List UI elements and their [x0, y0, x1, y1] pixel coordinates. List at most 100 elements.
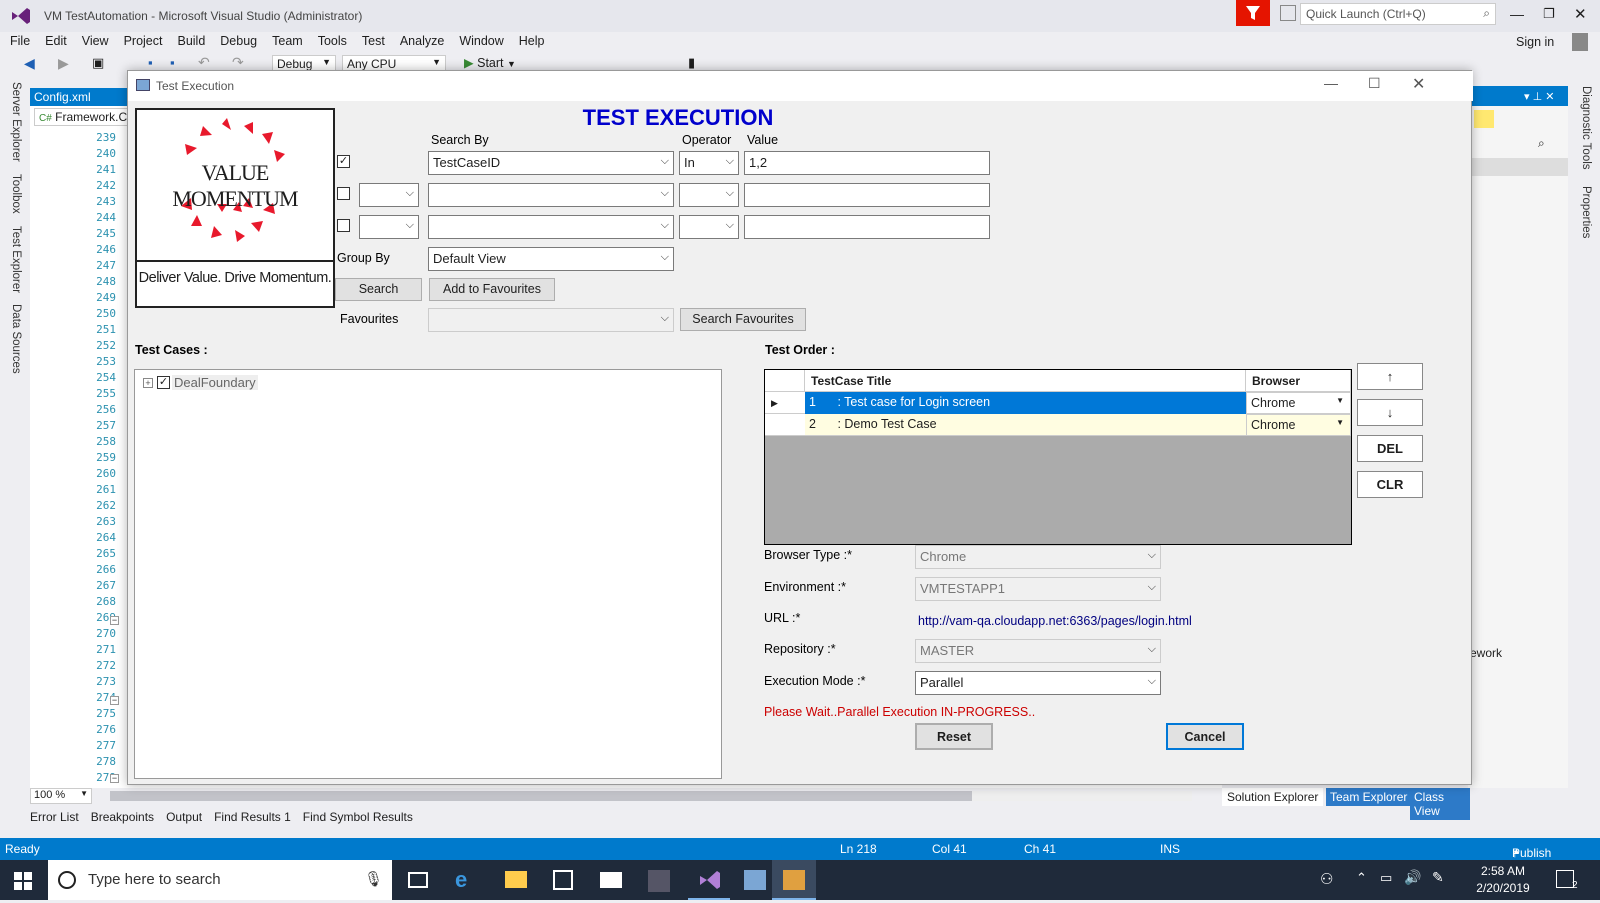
column-header-title[interactable]: TestCase Title — [805, 370, 1246, 392]
minimize-icon[interactable]: — — [1324, 75, 1338, 91]
row2-value-input[interactable] — [744, 183, 990, 207]
pen-icon[interactable]: ✎ — [1432, 869, 1444, 886]
menu-item-file[interactable]: File — [10, 34, 30, 48]
row2-logic-dropdown[interactable]: ⌵ — [359, 183, 419, 207]
notification-filter-icon[interactable] — [1236, 0, 1270, 26]
windows-start-icon[interactable] — [14, 872, 32, 890]
taskbar-search[interactable]: Type here to search 🎙 — [48, 860, 392, 900]
row3-operator-dropdown[interactable]: ⌵ — [679, 215, 739, 239]
bottom-tab-breakpoints[interactable]: Breakpoints — [91, 810, 154, 824]
browser-type-dropdown[interactable]: Chrome ⌵ — [915, 545, 1161, 569]
collapse-icon[interactable]: − — [110, 774, 119, 783]
tool-app-icon[interactable] — [648, 870, 670, 892]
forward-icon[interactable]: ▶ — [58, 55, 69, 72]
close-icon[interactable]: ✕ — [1574, 5, 1587, 23]
row2-checkbox[interactable] — [337, 187, 350, 200]
restore-icon[interactable]: ❐ — [1543, 6, 1555, 22]
cancel-button[interactable]: Cancel — [1166, 723, 1244, 750]
row1-operator-dropdown[interactable]: In ⌵ — [679, 151, 739, 175]
table-row[interactable]: 2 : Demo Test Case — [805, 414, 1246, 436]
row3-logic-dropdown[interactable]: ⌵ — [359, 215, 419, 239]
row-browser-dropdown[interactable]: Chrome ▼ — [1246, 414, 1351, 436]
mail-icon[interactable] — [600, 872, 622, 888]
tab-config-xml[interactable]: Config.xml — [30, 88, 130, 106]
task-view-icon[interactable] — [408, 872, 428, 888]
test-cases-tree[interactable]: + ✓ DealFoundary — [134, 369, 722, 779]
close-icon[interactable]: ✕ — [1412, 74, 1425, 94]
toolbox-tab[interactable]: Toolbox — [10, 174, 22, 214]
menu-item-team[interactable]: Team — [272, 34, 303, 48]
column-header-browser[interactable]: Browser — [1246, 370, 1351, 392]
reset-button[interactable]: Reset — [915, 723, 993, 750]
row2-search-by-dropdown[interactable]: ⌵ — [428, 183, 674, 207]
server-explorer-tab[interactable]: Server Explorer — [10, 82, 22, 162]
maximize-icon[interactable]: ☐ — [1368, 75, 1381, 92]
execution-mode-dropdown[interactable]: Parallel ⌵ — [915, 671, 1161, 695]
pin-icon[interactable]: ▾ ⊥ ✕ — [1524, 90, 1554, 103]
test-order-grid[interactable]: TestCase Title Browser ▶ 1 : Test case f… — [764, 369, 1352, 545]
feedback-icon[interactable] — [1280, 5, 1296, 21]
quick-launch-input[interactable]: Quick Launch (Ctrl+Q) ⌕ — [1300, 3, 1496, 25]
row1-value-input[interactable]: 1,2 — [744, 151, 990, 175]
row-selector[interactable] — [765, 414, 805, 436]
navigation-dropdown[interactable]: C# Framework.Co — [34, 108, 130, 126]
redo-icon[interactable]: ↷ — [232, 54, 244, 71]
bottom-tab-find-results-1[interactable]: Find Results 1 — [214, 810, 291, 824]
clock-time[interactable]: 2:58 AM — [1473, 864, 1533, 878]
app-window-icon[interactable] — [744, 870, 766, 890]
tab-solution-explorer[interactable]: Solution Explorer — [1222, 788, 1324, 806]
menu-item-analyze[interactable]: Analyze — [400, 34, 444, 48]
edge-icon[interactable]: e — [455, 867, 467, 893]
expand-icon[interactable]: + — [143, 378, 153, 388]
bottom-tab-output[interactable]: Output — [166, 810, 202, 824]
move-down-button[interactable]: ↓ — [1357, 399, 1423, 426]
data-sources-tab[interactable]: Data Sources — [10, 304, 22, 374]
collapse-icon[interactable]: − — [110, 616, 119, 625]
test-execution-taskbar-icon[interactable] — [772, 860, 816, 900]
microphone-icon[interactable]: 🎙 — [364, 870, 383, 888]
tab-team-explorer[interactable]: Team Explorer — [1326, 788, 1412, 806]
favourites-dropdown[interactable]: ⌵ — [428, 308, 674, 332]
bottom-tab-error-list[interactable]: Error List — [30, 810, 79, 824]
diagnostic-tools-tab[interactable]: Diagnostic Tools — [1580, 86, 1592, 170]
test-explorer-tab[interactable]: Test Explorer — [10, 226, 22, 293]
row-selector-icon[interactable]: ▶ — [765, 392, 805, 414]
menu-item-test[interactable]: Test — [362, 34, 385, 48]
repository-dropdown[interactable]: MASTER ⌵ — [915, 639, 1161, 663]
start-button[interactable]: ▶ Start ▼ — [464, 55, 516, 70]
minimize-icon[interactable]: — — [1510, 6, 1524, 22]
row3-search-by-dropdown[interactable]: ⌵ — [428, 215, 674, 239]
menu-item-debug[interactable]: Debug — [220, 34, 257, 48]
save-all-icon[interactable]: ▪ — [170, 55, 175, 70]
menu-item-edit[interactable]: Edit — [45, 34, 67, 48]
store-icon[interactable] — [553, 870, 573, 890]
save-icon[interactable]: ▪ — [148, 55, 153, 70]
delete-button[interactable]: DEL — [1357, 435, 1423, 462]
row-browser-dropdown[interactable]: Chrome ▼ — [1246, 392, 1351, 414]
menu-item-help[interactable]: Help — [519, 34, 545, 48]
menu-item-tools[interactable]: Tools — [318, 34, 347, 48]
clock-date[interactable]: 2/20/2019 — [1470, 881, 1536, 895]
environment-dropdown[interactable]: VMTESTAPP1 ⌵ — [915, 577, 1161, 601]
add-to-favourites-button[interactable]: Add to Favourites — [429, 278, 555, 301]
bookmark-icon[interactable]: ▮ — [688, 55, 695, 71]
table-row[interactable]: 1 : Test case for Login screen — [805, 392, 1246, 414]
tab-class-view[interactable]: Class View — [1410, 788, 1470, 820]
tree-root-label[interactable]: DealFoundary — [172, 375, 258, 390]
row3-value-input[interactable] — [744, 215, 990, 239]
properties-tab[interactable]: Properties — [1580, 186, 1592, 238]
bottom-tab-find-symbol-results[interactable]: Find Symbol Results — [303, 810, 413, 824]
menu-item-window[interactable]: Window — [459, 34, 503, 48]
toolbar-icon[interactable] — [1474, 110, 1494, 128]
back-icon[interactable]: ◀ — [24, 55, 35, 72]
file-explorer-icon[interactable] — [505, 871, 527, 888]
zoom-dropdown[interactable]: 100 % ▼ — [30, 788, 92, 804]
search-favourites-button[interactable]: Search Favourites — [680, 308, 806, 331]
horizontal-scrollbar[interactable] — [110, 791, 1192, 801]
menu-item-project[interactable]: Project — [124, 34, 163, 48]
visual-studio-taskbar-icon[interactable] — [688, 860, 730, 900]
row2-operator-dropdown[interactable]: ⌵ — [679, 183, 739, 207]
menu-item-build[interactable]: Build — [177, 34, 205, 48]
clear-button[interactable]: CLR — [1357, 471, 1423, 498]
row3-checkbox[interactable] — [337, 219, 350, 232]
